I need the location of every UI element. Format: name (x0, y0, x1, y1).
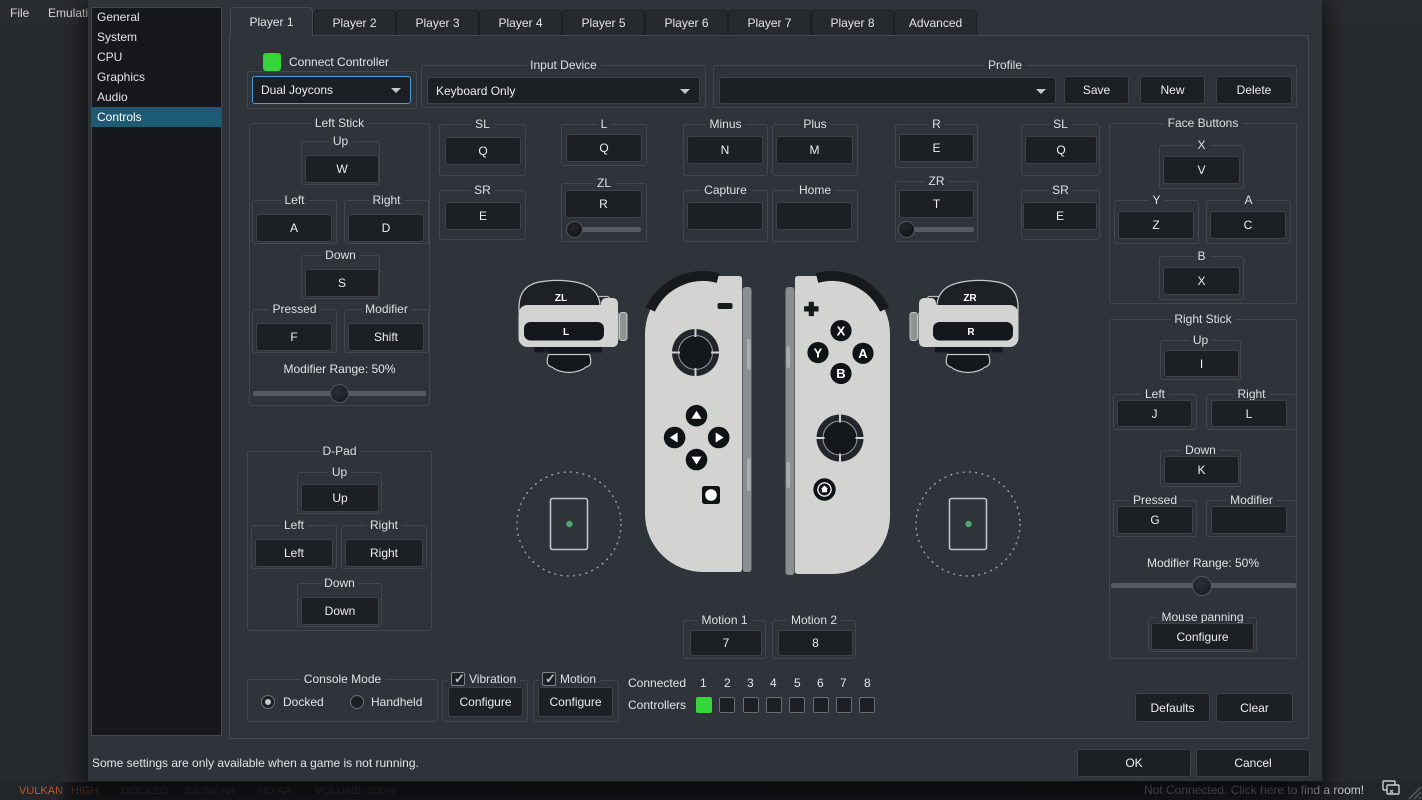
svg-text:ZL: ZL (555, 293, 567, 304)
svg-text:B: B (836, 366, 845, 381)
svg-text:A: A (858, 346, 868, 361)
svg-text:X: X (837, 323, 846, 338)
svg-text:R: R (967, 327, 975, 338)
svg-text:ZR: ZR (963, 293, 977, 304)
svg-text:L: L (563, 327, 569, 338)
svg-text:Y: Y (814, 345, 823, 360)
